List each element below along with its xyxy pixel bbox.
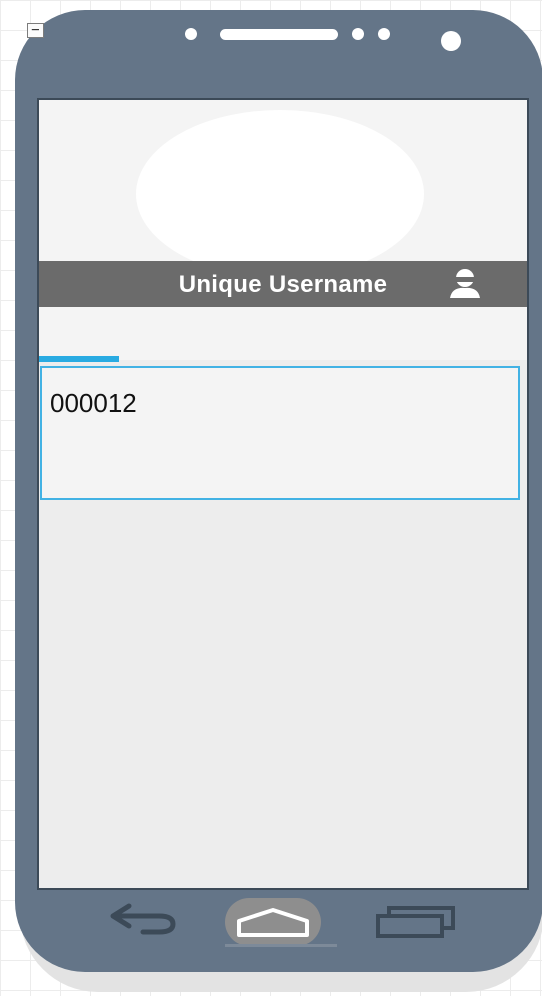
title-bar: Unique Username — [39, 261, 527, 307]
sensor-dot — [185, 28, 197, 40]
speaker-grille — [220, 29, 338, 40]
front-camera — [441, 31, 461, 51]
recent-apps-icon[interactable] — [375, 902, 457, 942]
phone-frame: Unique Username 000012 — [15, 10, 542, 972]
home-icon — [237, 908, 309, 937]
username-value: 000012 — [50, 388, 137, 418]
sensor-dot — [352, 28, 364, 40]
tab-indicator — [39, 356, 119, 362]
home-button[interactable] — [225, 898, 321, 946]
collapse-toggle-button[interactable]: − — [27, 23, 44, 38]
sensor-dot — [378, 28, 390, 40]
home-button-underline — [225, 944, 337, 947]
user-icon[interactable] — [447, 267, 483, 299]
avatar-placeholder — [136, 110, 424, 278]
phone-screen: Unique Username 000012 — [37, 98, 529, 890]
username-input[interactable]: 000012 — [40, 366, 520, 500]
back-arrow-icon[interactable] — [107, 900, 179, 940]
profile-header-area — [39, 100, 527, 360]
